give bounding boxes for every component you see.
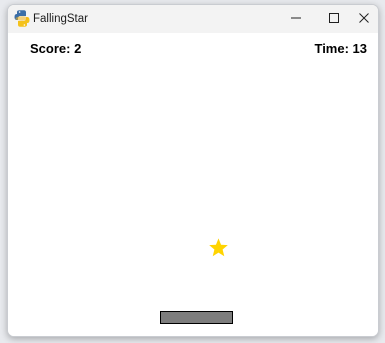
title-bar[interactable]: FallingStar bbox=[8, 5, 378, 33]
app-window: FallingStar Score: 2 Time: 13 bbox=[7, 4, 379, 337]
minimize-icon bbox=[291, 10, 301, 28]
close-icon bbox=[359, 10, 369, 28]
time-display: Time: 13 bbox=[314, 41, 367, 56]
game-canvas[interactable]: Score: 2 Time: 13 bbox=[8, 33, 378, 336]
python-icon bbox=[14, 10, 30, 27]
player-paddle[interactable] bbox=[160, 311, 233, 324]
star-icon bbox=[208, 237, 229, 258]
close-button[interactable] bbox=[350, 5, 378, 33]
score-display: Score: 2 bbox=[30, 41, 82, 56]
maximize-icon bbox=[329, 10, 339, 28]
falling-star bbox=[209, 238, 228, 257]
window-title: FallingStar bbox=[33, 13, 88, 25]
